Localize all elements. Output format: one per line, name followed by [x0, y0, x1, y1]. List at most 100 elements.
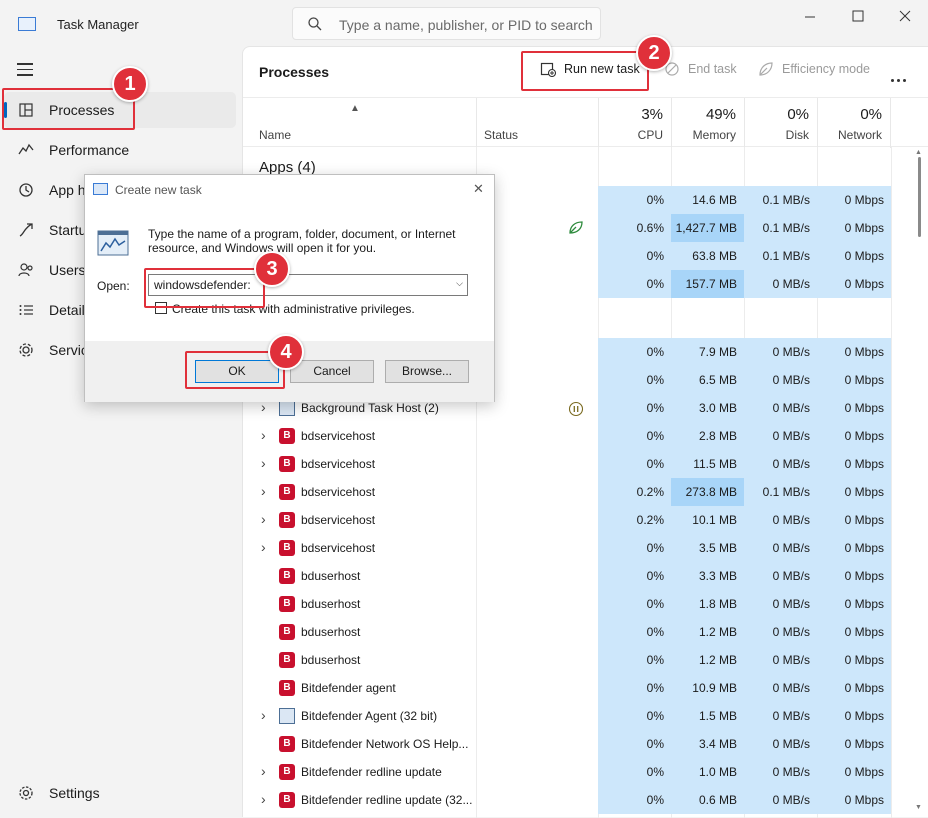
- cell-disk: 0.1 MB/s: [744, 186, 817, 214]
- cell-mem: 2.8 MB: [671, 422, 744, 450]
- column-status[interactable]: Status: [484, 128, 518, 142]
- cell-cpu: 0%: [598, 786, 671, 814]
- column-network[interactable]: 0% Network: [817, 98, 891, 148]
- chevron-down-icon[interactable]: ⌵: [456, 278, 463, 289]
- maximize-button[interactable]: [843, 6, 873, 28]
- bitdefender-icon: B: [279, 456, 295, 472]
- table-row[interactable]: 0% 3.4 MB 0 MB/s 0 Mbps B Bitdefender Network…: [243, 730, 913, 758]
- end-task-button[interactable]: End task: [664, 62, 737, 76]
- browse-button[interactable]: Browse...: [385, 360, 469, 383]
- scroll-down-icon[interactable]: ▼: [915, 804, 922, 811]
- close-button[interactable]: [890, 6, 920, 28]
- task-manager-icon: [93, 183, 108, 195]
- scroll-up-icon[interactable]: ▲: [915, 149, 922, 156]
- table-row[interactable]: 0% 1.2 MB 0 MB/s 0 Mbps Bbduserhost: [243, 646, 913, 674]
- minimize-button[interactable]: [795, 6, 825, 28]
- cell-net: 0 Mbps: [817, 562, 891, 590]
- table-row[interactable]: 0% 1.0 MB 0 MB/s 0 Mbps › B Bitdefender redlin…: [243, 758, 913, 786]
- process-name: Bitdefender agent: [301, 681, 396, 695]
- cell-cpu: 0%: [598, 534, 671, 562]
- cell-cpu: 0.2%: [598, 506, 671, 534]
- table-row[interactable]: 0% 3.5 MB 0 MB/s 0 Mbps › Bbdservicehost: [243, 534, 913, 562]
- cell-mem: 0.6 MB: [671, 786, 744, 814]
- chevron-right-icon[interactable]: ›: [261, 511, 266, 527]
- cell-disk: 0 MB/s: [744, 646, 817, 674]
- cell-cpu: 0.2%: [598, 478, 671, 506]
- cell-disk: 0 MB/s: [744, 674, 817, 702]
- cell-net: 0 Mbps: [817, 758, 891, 786]
- callout-box-run-new-task: [521, 51, 649, 91]
- app-history-icon: [19, 183, 33, 197]
- cell-net: 0 Mbps: [817, 730, 891, 758]
- chevron-right-icon[interactable]: ›: [261, 763, 266, 779]
- efficiency-mode-button[interactable]: Efficiency mode: [758, 62, 870, 76]
- chevron-right-icon[interactable]: ›: [261, 707, 266, 723]
- chevron-right-icon[interactable]: ›: [261, 483, 266, 499]
- cell-cpu: 0%: [598, 758, 671, 786]
- cell-mem: 157.7 MB: [671, 270, 744, 298]
- cell-cpu: 0%: [598, 242, 671, 270]
- cell-net: 0 Mbps: [817, 214, 891, 242]
- cancel-button[interactable]: Cancel: [290, 360, 374, 383]
- table-row[interactable]: 0% 1.5 MB 0 MB/s 0 Mbps › Bitdefender Agent (…: [243, 702, 913, 730]
- column-memory[interactable]: 49% Memory: [671, 98, 744, 148]
- cell-mem: 3.0 MB: [671, 394, 744, 422]
- cell-disk: 0.1 MB/s: [744, 242, 817, 270]
- cell-disk: 0 MB/s: [744, 702, 817, 730]
- table-row[interactable]: 0% 10.9 MB 0 MB/s 0 Mbps B Bitdefender agent: [243, 674, 913, 702]
- cell-disk: 0 MB/s: [744, 450, 817, 478]
- performance-icon: [18, 143, 34, 155]
- cell-mem: 1.2 MB: [671, 618, 744, 646]
- chevron-right-icon[interactable]: ›: [261, 427, 266, 443]
- cell-disk: 0 MB/s: [744, 422, 817, 450]
- more-options-icon[interactable]: [891, 70, 911, 82]
- table-row[interactable]: 0% 2.8 MB 0 MB/s 0 Mbps › Bbdservicehost: [243, 422, 913, 450]
- table-row[interactable]: 0.2% 273.8 MB 0.1 MB/s 0 Mbps › Bbdservicehos…: [243, 478, 913, 506]
- sidebar-item-performance[interactable]: Performance: [4, 132, 236, 168]
- cell-mem: 3.3 MB: [671, 562, 744, 590]
- cell-net: 0 Mbps: [817, 786, 891, 814]
- cell-disk: 0 MB/s: [744, 786, 817, 814]
- bitdefender-icon: B: [279, 540, 295, 556]
- table-row[interactable]: 0% 3.3 MB 0 MB/s 0 Mbps Bbduserhost: [243, 562, 913, 590]
- cell-net: 0 Mbps: [817, 618, 891, 646]
- bitdefender-icon: B: [279, 624, 295, 640]
- sidebar-item-settings[interactable]: Settings: [4, 775, 236, 811]
- cell-cpu: 0%: [598, 674, 671, 702]
- close-icon[interactable]: ✕: [473, 181, 484, 197]
- cell-net: 0 Mbps: [817, 270, 891, 298]
- cell-mem: 63.8 MB: [671, 242, 744, 270]
- table-row[interactable]: 0% 1.2 MB 0 MB/s 0 Mbps Bbduserhost: [243, 618, 913, 646]
- process-name: bduserhost: [301, 653, 361, 667]
- sort-ascending-icon: ▲: [350, 103, 360, 114]
- title-bar: Task Manager Type a name, publisher, or …: [0, 0, 928, 46]
- cell-disk: 0 MB/s: [744, 394, 817, 422]
- task-manager-icon: [18, 17, 36, 31]
- table-row[interactable]: 0% 0.6 MB 0 MB/s 0 Mbps › B Bitdefender redlin…: [243, 786, 913, 814]
- suspended-icon: [568, 401, 584, 417]
- chevron-right-icon[interactable]: ›: [261, 539, 266, 555]
- bitdefender-icon: B: [279, 512, 295, 528]
- process-name: bduserhost: [301, 569, 361, 583]
- column-disk[interactable]: 0% Disk: [744, 98, 817, 148]
- cell-mem: 10.9 MB: [671, 674, 744, 702]
- step-badge-4: 4: [268, 334, 304, 370]
- column-name[interactable]: Name: [259, 128, 291, 142]
- scrollbar-thumb[interactable]: [918, 157, 921, 237]
- bitdefender-icon: B: [279, 764, 295, 780]
- efficiency-mode-label: Efficiency mode: [782, 62, 871, 76]
- cell-cpu: 0%: [598, 366, 671, 394]
- chevron-right-icon[interactable]: ›: [261, 455, 266, 471]
- search-input[interactable]: Type a name, publisher, or PID to search: [292, 7, 601, 40]
- cell-mem: 1,427.7 MB: [671, 214, 744, 242]
- cell-cpu: 0.6%: [598, 214, 671, 242]
- table-row[interactable]: 0.2% 10.1 MB 0 MB/s 0 Mbps › Bbdservicehost: [243, 506, 913, 534]
- column-cpu[interactable]: 3% CPU: [598, 98, 671, 148]
- cell-disk: 0 MB/s: [744, 590, 817, 618]
- bitdefender-icon: B: [279, 568, 295, 584]
- table-row[interactable]: 0% 11.5 MB 0 MB/s 0 Mbps › Bbdservicehost: [243, 450, 913, 478]
- memory-label: Memory: [692, 128, 736, 142]
- table-row[interactable]: 0% 1.8 MB 0 MB/s 0 Mbps Bbduserhost: [243, 590, 913, 618]
- chevron-right-icon[interactable]: ›: [261, 791, 266, 807]
- hamburger-menu-icon[interactable]: [17, 63, 33, 76]
